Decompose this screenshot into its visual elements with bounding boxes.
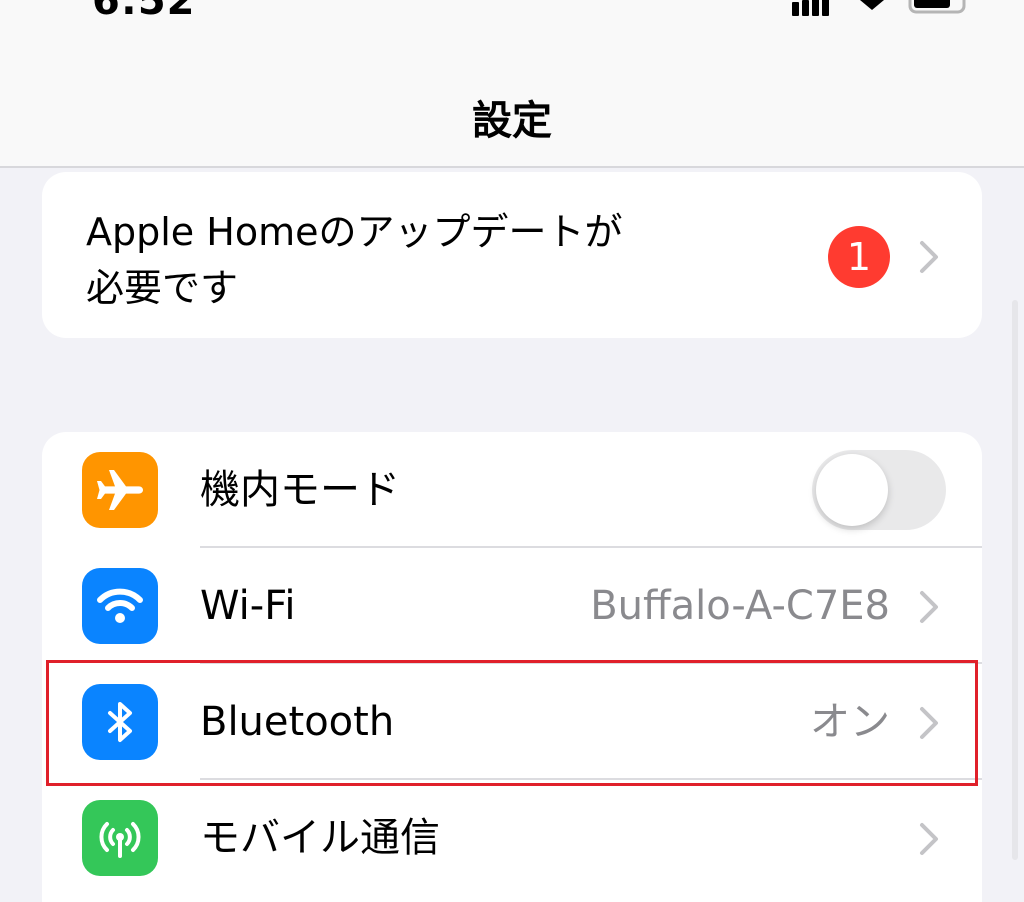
chevron-right-icon: [920, 241, 938, 273]
apple-home-update-row[interactable]: Apple Homeのアップデートが 必要です 1: [42, 172, 982, 338]
page-title: 設定: [472, 98, 552, 144]
notification-badge: 1: [828, 226, 890, 288]
scroll-indicator: [1012, 300, 1018, 860]
wifi-row[interactable]: Wi-Fi Buffalo-A-C7E8: [42, 548, 982, 664]
toggle-knob: [816, 454, 888, 526]
update-message-line2: 必要です: [86, 266, 239, 310]
wifi-network-name: Buffalo-A-C7E8: [590, 583, 890, 629]
airplane-mode-row: 機内モード: [42, 432, 982, 548]
chevron-right-icon: [920, 591, 938, 623]
signal-icon: [792, 0, 829, 16]
status-time: 6:52: [92, 0, 196, 18]
airplane-mode-toggle[interactable]: [812, 450, 946, 530]
airplane-mode-label: 機内モード: [200, 467, 400, 513]
cellular-label: モバイル通信: [200, 815, 440, 861]
antenna-icon: [82, 800, 158, 876]
update-message: Apple Homeのアップデートが 必要です: [86, 204, 726, 316]
airplane-icon: [82, 452, 158, 528]
bluetooth-highlight-box: [46, 660, 978, 786]
update-message-line1: Apple Homeのアップデートが: [86, 210, 623, 254]
wifi-status-icon: [860, 0, 884, 10]
status-bar: 6:52: [0, 0, 1024, 18]
cellular-row[interactable]: モバイル通信: [42, 780, 982, 896]
status-icons: [792, 0, 972, 18]
wifi-icon: [82, 568, 158, 644]
navigation-bar: 設定: [0, 18, 1024, 168]
chevron-right-icon: [920, 823, 938, 855]
battery-icon: [908, 0, 966, 14]
wifi-label: Wi-Fi: [200, 583, 296, 629]
